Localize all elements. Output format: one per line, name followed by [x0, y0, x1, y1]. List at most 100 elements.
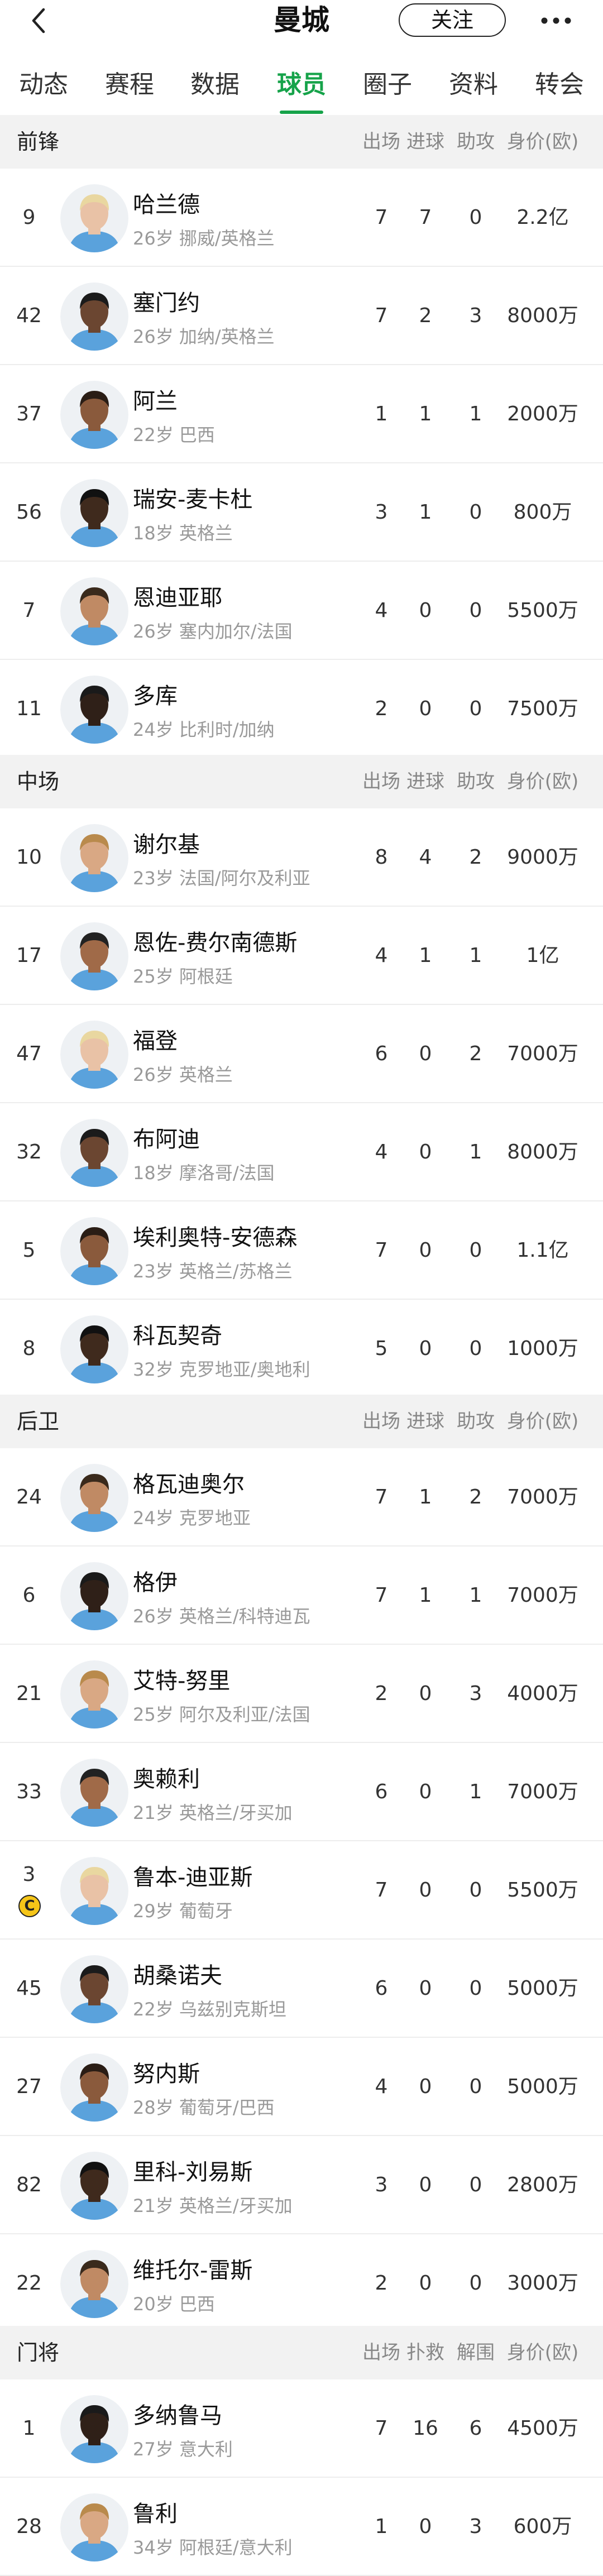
player-name[interactable]: 福登: [133, 1023, 178, 1055]
player-name[interactable]: 格伊: [133, 1564, 178, 1597]
player-name[interactable]: 恩佐-费尔南德斯: [133, 925, 297, 957]
player-name[interactable]: 恩迪亚耶: [133, 580, 222, 612]
avatar: [60, 1955, 128, 2023]
player-name[interactable]: 多纳鲁马: [133, 2397, 222, 2430]
player-row[interactable]: 24 格瓦迪奥尔 24岁 克罗地亚 7 1 2 7000万: [0, 1448, 603, 1546]
player-name[interactable]: 艾特-努里: [133, 1663, 230, 1695]
player-name[interactable]: 奥赖利: [133, 1761, 200, 1793]
player-name[interactable]: 鲁利: [133, 2496, 178, 2528]
player-row[interactable]: 32 布阿迪 18岁 摩洛哥/法国 4 0 1 8000万: [0, 1103, 603, 1201]
player-row[interactable]: 22 维托尔-雷斯 20岁 巴西 2 0 0 3000万: [0, 2234, 603, 2333]
section-title: 前锋: [17, 130, 60, 154]
stat-value: 4: [419, 846, 432, 869]
stat-value: 0: [469, 1977, 482, 2000]
player-name[interactable]: 哈兰德: [133, 186, 200, 219]
player-row[interactable]: 47 福登 26岁 英格兰 6 0 2 7000万: [0, 1005, 603, 1103]
tab-4[interactable]: 圈子: [354, 61, 421, 108]
stat-value: 1: [419, 403, 432, 425]
player-row[interactable]: 8 科瓦契奇 32岁 克罗地亚/奥地利 5 0 0 1000万: [0, 1300, 603, 1398]
player-info: 18岁 英格兰: [133, 523, 233, 544]
player-row[interactable]: 21 艾特-努里 25岁 阿尔及利亚/法国 2 0 3 4000万: [0, 1645, 603, 1743]
player-row[interactable]: 3 C 鲁本-迪亚斯 29岁 葡萄牙 7 0 0 5500万: [0, 1841, 603, 1940]
stat-value: 0: [419, 1682, 432, 1705]
player-row[interactable]: 27 努内斯 28岁 葡萄牙/巴西 4 0 0 5000万: [0, 2038, 603, 2136]
stat-value: 0: [419, 1337, 432, 1360]
page-title: 曼城: [274, 4, 329, 36]
column-header: 身价(欧): [506, 770, 579, 793]
player-row[interactable]: 42 塞门约 26岁 加纳/英格兰 7 2 3 8000万: [0, 267, 603, 365]
player-info: 26岁 塞内加尔/法国: [133, 621, 293, 642]
stat-value: 4: [375, 599, 388, 622]
player-info: 27岁 意大利: [133, 2439, 233, 2460]
player-name[interactable]: 努内斯: [133, 2056, 200, 2088]
follow-button[interactable]: 关注: [399, 3, 506, 37]
player-name[interactable]: 布阿迪: [133, 1121, 200, 1153]
avatar: [60, 1562, 128, 1630]
player-name[interactable]: 格瓦迪奥尔: [133, 1466, 245, 1498]
player-name[interactable]: 胡桑诺夫: [133, 1957, 222, 1990]
stat-value: 0: [469, 1239, 482, 1262]
player-name[interactable]: 多库: [133, 678, 178, 710]
player-info: 29岁 葡萄牙: [133, 1900, 233, 1922]
column-header: 身价(欧): [506, 131, 579, 153]
stat-value: 2: [375, 697, 388, 720]
player-row[interactable]: 37 阿兰 22岁 巴西 1 1 1 2000万: [0, 365, 603, 463]
stat-value: 2: [375, 2272, 388, 2295]
stat-value: 1.1亿: [516, 1239, 569, 1262]
tab-0[interactable]: 动态: [10, 61, 77, 108]
player-row[interactable]: 5 埃利奥特-安德森 23岁 英格兰/苏格兰 7 0 0 1.1亿: [0, 1201, 603, 1300]
player-row[interactable]: 11 多库 24岁 比利时/加纳 2 0 0 7500万: [0, 660, 603, 758]
stat-value: 0: [419, 599, 432, 622]
tab-2[interactable]: 数据: [181, 61, 248, 108]
jersey-number: 24: [16, 1486, 42, 1509]
player-row[interactable]: 10 谢尔基 23岁 法国/阿尔及利亚 8 4 2 9000万: [0, 808, 603, 907]
avatar: [60, 2395, 128, 2463]
stat-value: 1: [469, 1780, 482, 1803]
player-name[interactable]: 谢尔基: [133, 826, 200, 859]
player-row[interactable]: 1 多纳鲁马 27岁 意大利 7 16 6 4500万: [0, 2379, 603, 2478]
stat-value: 7: [375, 1879, 388, 1902]
player-row[interactable]: 28 鲁利 34岁 阿根廷/意大利 1 0 3 600万: [0, 2478, 603, 2576]
more-dots-icon: [541, 17, 571, 24]
more-button[interactable]: [538, 7, 574, 35]
column-header: 扑救: [406, 2342, 444, 2364]
player-name[interactable]: 里科-刘易斯: [133, 2154, 252, 2186]
stat-value: 1: [419, 1486, 432, 1509]
stat-value: 7: [375, 304, 388, 327]
stat-value: 7: [419, 206, 432, 229]
stat-value: 5500万: [507, 1879, 578, 1902]
stat-value: 0: [419, 697, 432, 720]
column-header: 助攻: [457, 770, 495, 793]
player-name[interactable]: 瑞安-麦卡杜: [133, 481, 252, 514]
player-name[interactable]: 维托尔-雷斯: [133, 2252, 252, 2285]
player-name[interactable]: 塞门约: [133, 285, 200, 317]
player-row[interactable]: 9 哈兰德 26岁 挪威/英格兰 7 7 0 2.2亿: [0, 169, 603, 267]
stat-value: 6: [375, 1042, 388, 1065]
jersey-number: 5: [22, 1239, 36, 1262]
stat-value: 2800万: [507, 2173, 578, 2196]
player-row[interactable]: 7 恩迪亚耶 26岁 塞内加尔/法国 4 0 0 5500万: [0, 562, 603, 660]
player-info: 21岁 英格兰/牙买加: [133, 1802, 293, 1823]
tab-5[interactable]: 资料: [440, 61, 507, 108]
player-row[interactable]: 56 瑞安-麦卡杜 18岁 英格兰 3 1 0 800万: [0, 463, 603, 562]
player-name[interactable]: 鲁本-迪亚斯: [133, 1859, 252, 1892]
stat-value: 5000万: [507, 1977, 578, 2000]
player-name[interactable]: 科瓦契奇: [133, 1318, 222, 1350]
tab-3[interactable]: 球员: [268, 61, 335, 108]
player-name[interactable]: 阿兰: [133, 383, 178, 415]
player-row[interactable]: 17 恩佐-费尔南德斯 25岁 阿根廷 4 1 1 1亿: [0, 907, 603, 1005]
player-row[interactable]: 33 奥赖利 21岁 英格兰/牙买加 6 0 1 7000万: [0, 1743, 603, 1841]
tab-1[interactable]: 赛程: [96, 61, 163, 108]
avatar: [60, 1660, 128, 1728]
player-row[interactable]: 6 格伊 26岁 英格兰/科特迪瓦 7 1 1 7000万: [0, 1546, 603, 1645]
stat-value: 1: [469, 403, 482, 425]
avatar: [60, 1464, 128, 1532]
column-header: 身价(欧): [506, 1410, 579, 1433]
stat-value: 0: [469, 2173, 482, 2196]
player-row[interactable]: 82 里科-刘易斯 21岁 英格兰/牙买加 3 0 0 2800万: [0, 2136, 603, 2234]
player-row[interactable]: 45 胡桑诺夫 22岁 乌兹别克斯坦 6 0 0 5000万: [0, 1940, 603, 2038]
player-name[interactable]: 埃利奥特-安德森: [133, 1219, 297, 1252]
tab-6[interactable]: 转会: [526, 61, 593, 108]
stat-value: 0: [419, 1780, 432, 1803]
stat-value: 2: [419, 304, 432, 327]
